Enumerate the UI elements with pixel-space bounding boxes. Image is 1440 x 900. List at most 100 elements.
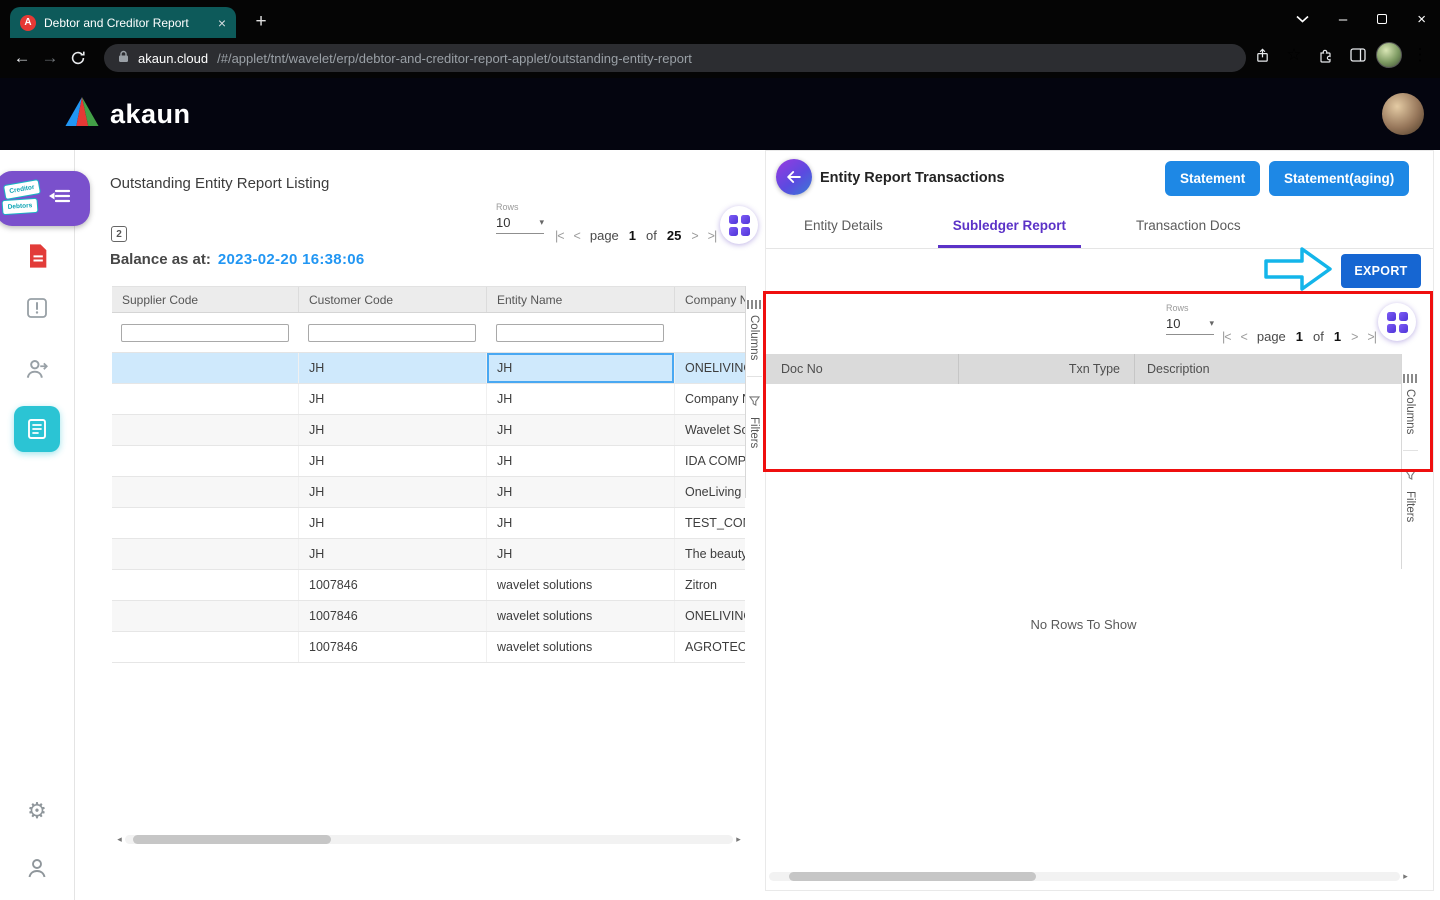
user-avatar[interactable] <box>1382 93 1424 135</box>
side-panel-icon[interactable] <box>1344 41 1372 69</box>
sidebar-pdf-report-icon[interactable] <box>23 242 51 270</box>
page-word: page <box>1257 329 1286 344</box>
transactions-grid-body: No Rows To Show <box>766 384 1401 864</box>
window-close-button[interactable]: × <box>1417 11 1426 28</box>
collapse-menu-icon[interactable] <box>47 183 73 214</box>
tab-transaction-docs[interactable]: Transaction Docs <box>1133 206 1244 248</box>
table-row[interactable]: 1007846 wavelet solutions ONELIVING <box>112 601 745 632</box>
left-horizontal-scrollbar[interactable]: ◂ ▸ <box>114 833 744 845</box>
left-pagination: |< < page 1 of 25 > >| <box>555 228 716 243</box>
col-doc-no[interactable]: Doc No <box>766 354 958 384</box>
filter-customer-code-input[interactable] <box>308 324 476 342</box>
new-tab-button[interactable]: + <box>248 9 274 35</box>
page-first-icon[interactable]: |< <box>1222 330 1231 344</box>
statement-aging-button[interactable]: Statement(aging) <box>1269 161 1409 196</box>
page-next-icon[interactable]: > <box>691 229 697 243</box>
table-row[interactable]: JH JH OneLiving <box>112 477 745 508</box>
scroll-right-icon[interactable]: ▸ <box>733 834 744 845</box>
filters-panel-tab[interactable]: Filters <box>1404 467 1416 522</box>
columns-panel-tab[interactable]: Columns <box>747 300 761 360</box>
scrollbar-track[interactable] <box>769 872 1400 881</box>
right-panel-title: Entity Report Transactions <box>820 170 1005 186</box>
lock-icon <box>118 50 129 66</box>
scrollbar-thumb[interactable] <box>789 872 1036 881</box>
scroll-left-icon[interactable]: ◂ <box>114 834 125 845</box>
window-minimize-button[interactable]: – <box>1339 11 1347 28</box>
tab-close-icon[interactable]: × <box>218 15 226 31</box>
cell-entity: JH <box>487 415 675 445</box>
filter-supplier-code-input[interactable] <box>121 324 289 342</box>
bookmark-star-icon[interactable]: ☆ <box>1280 41 1308 69</box>
page-prev-icon[interactable]: < <box>1241 330 1247 344</box>
scrollbar-thumb[interactable] <box>133 835 331 844</box>
statement-button[interactable]: Statement <box>1165 161 1260 196</box>
col-supplier-code[interactable]: Supplier Code <box>112 287 299 312</box>
cell-company: IDA COMPA <box>675 446 745 476</box>
sidebar-profile-icon[interactable] <box>25 856 49 880</box>
col-customer-code[interactable]: Customer Code <box>299 287 487 312</box>
filter-entity-name-input[interactable] <box>496 324 664 342</box>
cell-supplier <box>112 632 299 662</box>
sidebar-ledger-report-active-icon[interactable] <box>14 406 60 452</box>
nav-back-icon[interactable]: ← <box>8 44 36 72</box>
right-horizontal-scrollbar[interactable]: ▸ <box>769 870 1411 882</box>
left-column-grid-button[interactable] <box>720 206 758 244</box>
back-button[interactable] <box>776 159 812 195</box>
export-button[interactable]: EXPORT <box>1341 254 1421 288</box>
page-prev-icon[interactable]: < <box>574 229 580 243</box>
window-maximize-button[interactable] <box>1377 14 1387 24</box>
nav-forward-icon[interactable]: → <box>36 44 64 72</box>
col-txn-type[interactable]: Txn Type <box>958 354 1134 384</box>
sidebar-person-request-icon[interactable] <box>24 356 50 382</box>
browser-chrome: A Debtor and Creditor Report × + – × ← →… <box>0 0 1440 78</box>
url-bar[interactable]: akaun.cloud/#/applet/tnt/wavelet/erp/deb… <box>104 44 1246 72</box>
sidebar-alert-report-icon[interactable] <box>25 296 49 320</box>
cell-company: OneLiving <box>675 477 745 507</box>
table-row[interactable]: JH JH IDA COMPA <box>112 446 745 477</box>
settings-gear-icon[interactable]: ⚙ <box>27 798 47 824</box>
right-column-grid-button[interactable] <box>1378 303 1416 341</box>
page-last-icon[interactable]: >| <box>708 229 717 243</box>
tab-entity-details[interactable]: Entity Details <box>801 206 886 248</box>
rows-value: 10 <box>1166 316 1180 331</box>
cell-supplier <box>112 477 299 507</box>
table-row[interactable]: 1007846 wavelet solutions AGROTECH <box>112 632 745 663</box>
page-last-icon[interactable]: >| <box>1367 330 1376 344</box>
table-row[interactable]: JH JH ONELIVING <box>112 353 745 384</box>
window-chevron-icon[interactable] <box>1296 15 1309 23</box>
share-icon[interactable] <box>1248 41 1276 69</box>
col-company-name[interactable]: Company Name <box>675 287 745 312</box>
tab-subledger-report[interactable]: Subledger Report <box>938 206 1081 248</box>
entity-report-table: Supplier Code Customer Code Entity Name … <box>112 286 745 663</box>
nav-reload-icon[interactable] <box>64 44 92 72</box>
brand-name: akaun <box>110 99 191 130</box>
table-row[interactable]: 1007846 wavelet solutions Zitron <box>112 570 745 601</box>
columns-tab-label: Columns <box>1404 389 1416 434</box>
columns-panel-tab[interactable]: Columns <box>1403 374 1417 434</box>
table-row[interactable]: JH JH Wavelet Sol <box>112 415 745 446</box>
left-rows-select[interactable]: 10 ▾ <box>496 215 544 234</box>
table-row[interactable]: JH JH The beauty <box>112 539 745 570</box>
filters-panel-tab[interactable]: Filters <box>748 393 760 448</box>
no-rows-message: No Rows To Show <box>1031 617 1137 632</box>
col-entity-name[interactable]: Entity Name <box>487 287 675 312</box>
table-row[interactable]: JH JH TEST_COMP <box>112 508 745 539</box>
page-next-icon[interactable]: > <box>1351 330 1357 344</box>
right-rows-select[interactable]: 10 ▾ <box>1166 316 1214 335</box>
scrollbar-track[interactable] <box>125 835 733 844</box>
browser-menu-kebab-icon[interactable]: ⋮ <box>1406 41 1434 69</box>
applet-badge-debtor-creditor[interactable]: Creditor Debtors <box>0 171 90 226</box>
browser-tab[interactable]: A Debtor and Creditor Report × <box>10 7 236 38</box>
scroll-right-icon[interactable]: ▸ <box>1400 871 1411 882</box>
cell-supplier <box>112 508 299 538</box>
page-word: page <box>590 228 619 243</box>
page-current: 1 <box>1296 329 1303 344</box>
creditor-card-label: Creditor <box>3 178 41 199</box>
col-description[interactable]: Description <box>1134 354 1401 384</box>
of-word: of <box>1313 329 1324 344</box>
table-row[interactable]: JH JH Company N <box>112 384 745 415</box>
browser-profile-avatar[interactable] <box>1376 42 1402 68</box>
page-first-icon[interactable]: |< <box>555 229 564 243</box>
cell-company: ONELIVING <box>675 353 745 383</box>
extensions-puzzle-icon[interactable] <box>1312 41 1340 69</box>
